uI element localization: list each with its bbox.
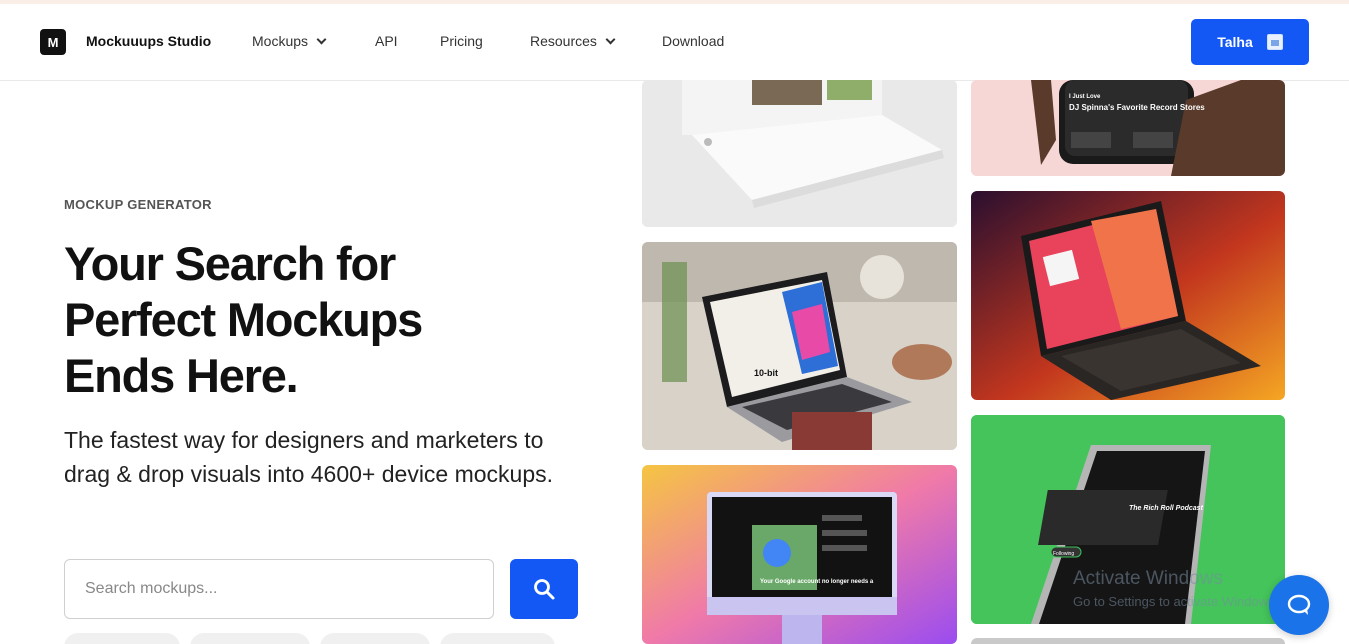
ipad-mockup-image (971, 191, 1285, 400)
laptop-mockup-image (642, 80, 957, 227)
phone-text-top: I Just Love (1069, 94, 1101, 100)
macbook-mockup-image: 10-bit (642, 242, 957, 450)
activate-subtitle: Go to Settings to activate Windows. (1073, 594, 1279, 609)
search-icon (534, 579, 555, 600)
mockup-tile-macbook[interactable]: 10-bit (642, 242, 957, 450)
avatar-icon (1266, 34, 1283, 50)
podcast-title: The Rich Roll Podcast (1129, 505, 1204, 512)
site-header: M Mockuuups Studio Mockups API Pricing R… (0, 4, 1349, 81)
search-button[interactable] (510, 559, 578, 619)
activate-title: Activate Windows (1073, 568, 1223, 589)
category-chip[interactable] (440, 633, 555, 644)
chevron-down-icon (316, 34, 327, 44)
hero-headline: Your Search for Perfect Mockups Ends Her… (64, 236, 584, 404)
chevron-down-icon (605, 34, 616, 44)
laptop-screen-text: 10-bit (754, 368, 778, 378)
search-input[interactable] (64, 559, 494, 619)
nav-pricing[interactable]: Pricing (440, 33, 483, 49)
mockup-tile-imac[interactable]: Your Google account no longer needs a (642, 465, 957, 644)
user-name: Talha (1217, 34, 1253, 50)
nav-resources-label: Resources (530, 33, 597, 49)
phone-text-main: DJ Spinna's Favorite Record Stores (1069, 103, 1205, 112)
monitor-screen-text: Your Google account no longer needs a (760, 579, 874, 585)
chat-icon (1287, 594, 1311, 615)
mockup-tile-partial[interactable] (971, 638, 1285, 644)
nav-pricing-label: Pricing (440, 33, 483, 49)
nav-api[interactable]: API (375, 33, 398, 49)
mockup-tile-phone-hand[interactable]: I Just Love DJ Spinna's Favorite Record … (971, 80, 1285, 176)
category-chip[interactable] (64, 633, 180, 644)
nav-resources[interactable]: Resources (530, 33, 616, 49)
user-account-button[interactable]: Talha (1191, 19, 1309, 65)
podcast-follow-button-text: Following (1053, 551, 1074, 557)
nav-mockups-label: Mockups (252, 33, 309, 49)
headline-line-2: Perfect Mockups (64, 293, 423, 346)
logo-icon[interactable]: M (40, 29, 66, 55)
headline-line-1: Your Search for (64, 237, 396, 290)
nav-download[interactable]: Download (662, 33, 724, 49)
category-chip[interactable] (190, 633, 310, 644)
nav-mockups[interactable]: Mockups (252, 33, 327, 49)
headline-line-3: Ends Here. (64, 349, 299, 402)
nav-download-label: Download (662, 33, 725, 49)
nav-api-label: API (375, 33, 398, 49)
mockup-tile-laptop-white[interactable] (642, 80, 957, 227)
activate-windows-watermark: Activate Windows Go to Settings to activ… (1073, 568, 1278, 609)
brand-name[interactable]: Mockuuups Studio (86, 33, 211, 49)
hero-eyebrow: MOCKUP GENERATOR (64, 197, 212, 212)
imac-mockup-image: Your Google account no longer needs a (642, 465, 957, 644)
chat-support-button[interactable] (1269, 575, 1329, 635)
mockup-tile-ipad[interactable] (971, 191, 1285, 400)
category-chip[interactable] (320, 633, 430, 644)
hero-subtitle: The fastest way for designers and market… (64, 427, 554, 487)
phone-mockup-image: I Just Love DJ Spinna's Favorite Record … (971, 80, 1285, 176)
